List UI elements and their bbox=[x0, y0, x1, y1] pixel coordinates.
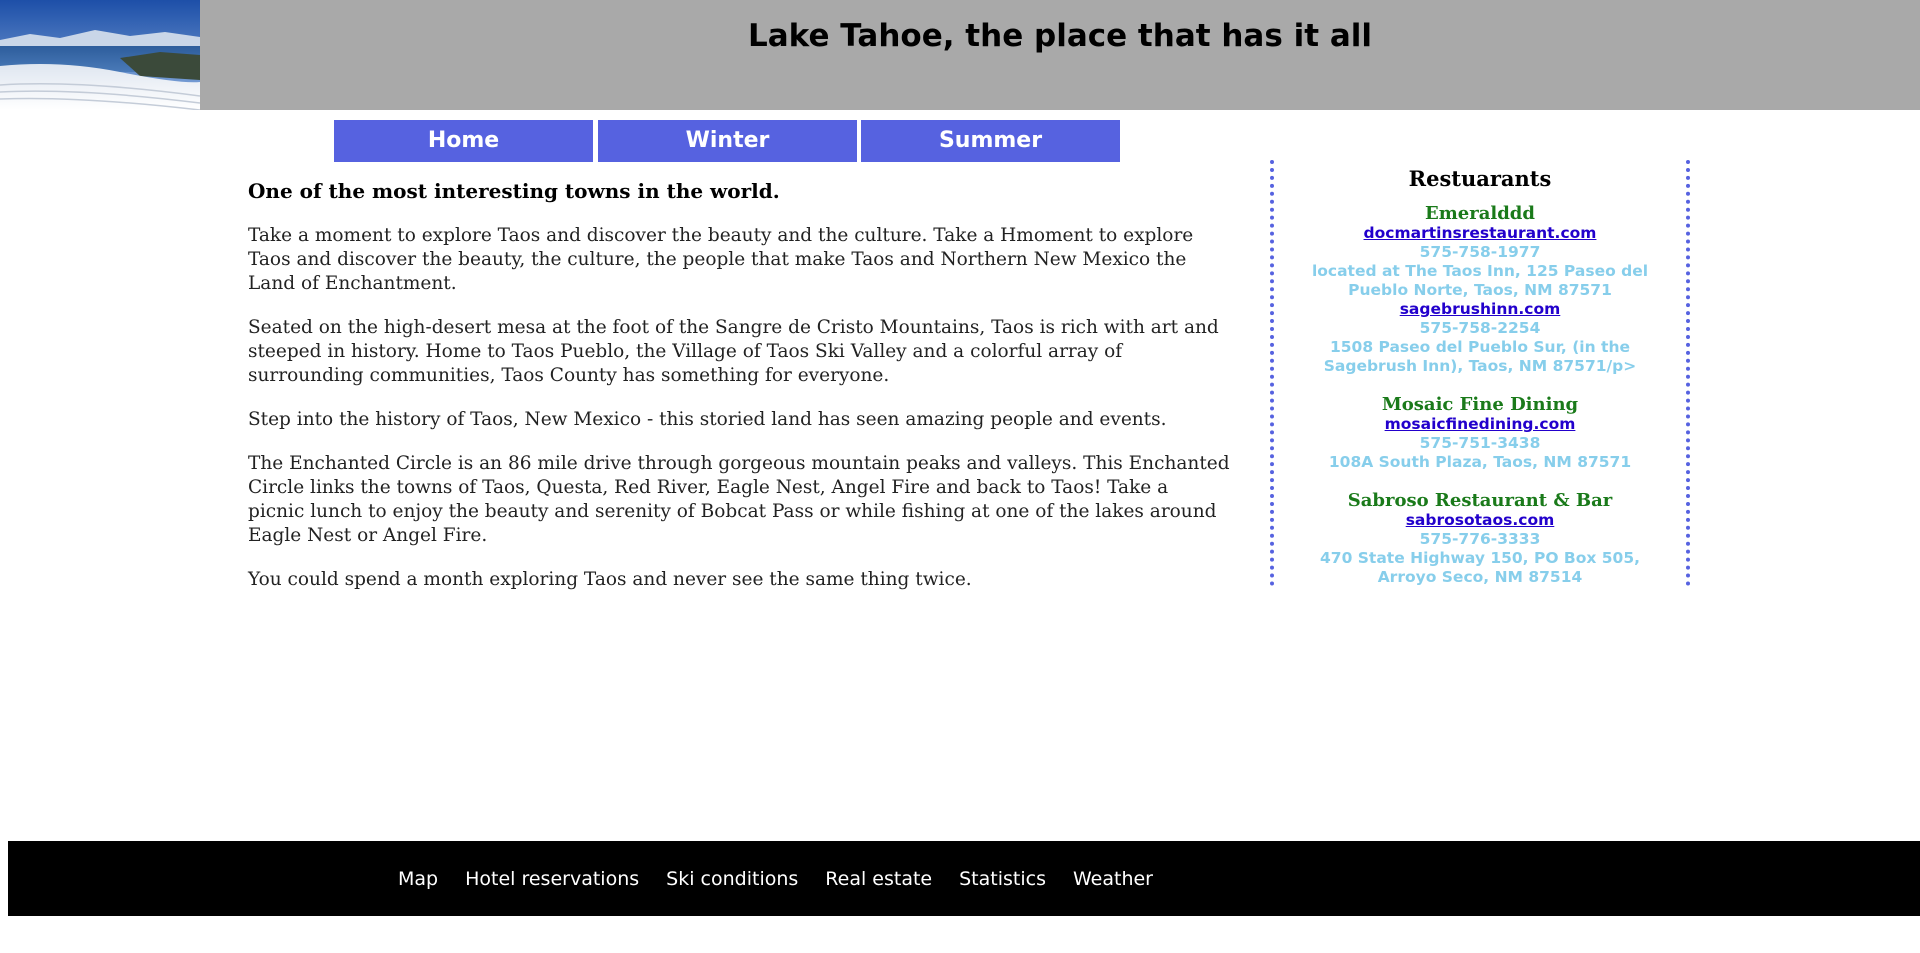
site-footer: Map Hotel reservations Ski conditions Re… bbox=[8, 841, 1920, 916]
nav-winter-button[interactable]: Winter bbox=[598, 120, 857, 162]
restaurant-link[interactable]: sabrosotaos.com bbox=[1274, 511, 1686, 530]
nav-summer-button[interactable]: Summer bbox=[861, 120, 1120, 162]
footer-nav: Map Hotel reservations Ski conditions Re… bbox=[398, 841, 1180, 916]
restaurant-item: Emeralddd docmartinsrestaurant.com 575-7… bbox=[1274, 203, 1686, 376]
content-heading: One of the most interesting towns in the… bbox=[248, 179, 780, 203]
restaurant-address: 1508 Paseo del Pueblo Sur, (in the Sageb… bbox=[1323, 338, 1637, 375]
nav-home-button[interactable]: Home bbox=[334, 120, 593, 162]
restaurant-link[interactable]: mosaicfinedining.com bbox=[1274, 415, 1686, 434]
restaurant-name: Emeralddd bbox=[1425, 203, 1535, 224]
restaurant-link[interactable]: sagebrushinn.com bbox=[1274, 300, 1686, 319]
footer-link-map[interactable]: Map bbox=[398, 868, 438, 890]
footer-link-ski-conditions[interactable]: Ski conditions bbox=[666, 868, 798, 890]
content-paragraph: Seated on the high-desert mesa at the fo… bbox=[248, 317, 1219, 386]
restaurant-phone: 575-776-3333 bbox=[1419, 530, 1541, 548]
footer-link-statistics[interactable]: Statistics bbox=[959, 868, 1046, 890]
content-paragraph: Take a moment to explore Taos and discov… bbox=[248, 225, 1194, 294]
restaurant-address: 470 State Highway 150, PO Box 505, Arroy… bbox=[1320, 549, 1640, 586]
restaurant-phone: 575-758-1977 bbox=[1419, 243, 1541, 261]
site-title: Lake Tahoe, the place that has it all bbox=[748, 18, 1372, 54]
restaurant-name: Sabroso Restaurant & Bar bbox=[1347, 490, 1613, 511]
site-header: Lake Tahoe, the place that has it all bbox=[0, 0, 1920, 110]
restaurant-item: Sabroso Restaurant & Bar sabrosotaos.com… bbox=[1274, 490, 1686, 587]
content-paragraph: The Enchanted Circle is an 86 mile drive… bbox=[248, 453, 1230, 546]
footer-link-weather[interactable]: Weather bbox=[1073, 868, 1153, 890]
restaurants-sidebar: Restuarants Emeralddd docmartinsrestaura… bbox=[1270, 160, 1690, 586]
lake-tahoe-photo bbox=[0, 0, 200, 110]
main-content: One of the most interesting towns in the… bbox=[248, 178, 1230, 612]
content-paragraph: You could spend a month exploring Taos a… bbox=[248, 569, 972, 590]
restaurant-address: 108A South Plaza, Taos, NM 87571 bbox=[1328, 453, 1632, 471]
restaurant-link[interactable]: docmartinsrestaurant.com bbox=[1274, 224, 1686, 243]
restaurant-phone: 575-751-3438 bbox=[1419, 434, 1541, 452]
restaurant-address: located at The Taos Inn, 125 Paseo del P… bbox=[1311, 262, 1649, 299]
restaurant-item: Mosaic Fine Dining mosaicfinedining.com … bbox=[1274, 394, 1686, 472]
sidebar-title: Restuarants bbox=[1408, 166, 1552, 191]
footer-link-real-estate[interactable]: Real estate bbox=[825, 868, 932, 890]
footer-link-hotel-reservations[interactable]: Hotel reservations bbox=[465, 868, 639, 890]
restaurant-name: Mosaic Fine Dining bbox=[1381, 394, 1579, 415]
content-paragraph: Step into the history of Taos, New Mexic… bbox=[248, 409, 1167, 430]
restaurant-phone: 575-758-2254 bbox=[1419, 319, 1541, 337]
